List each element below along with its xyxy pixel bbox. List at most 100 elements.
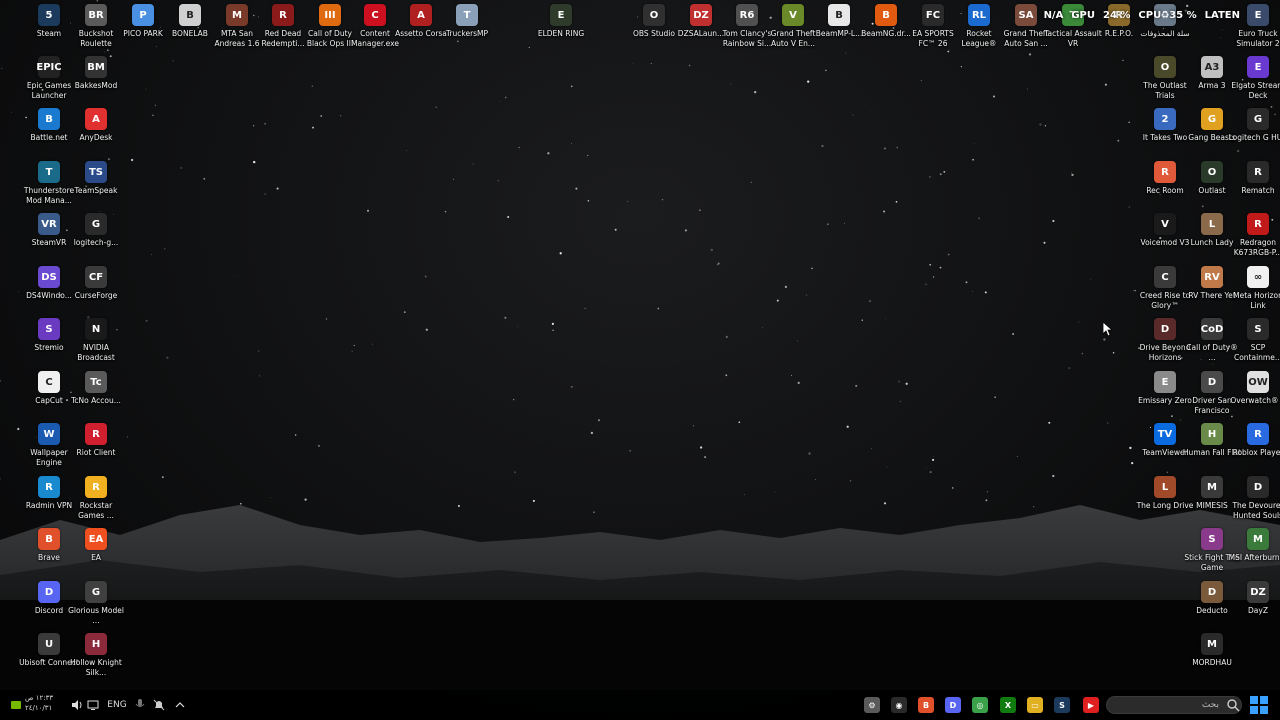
desktop-shortcut[interactable]: R Roblox Player [1233,423,1280,458]
star [151,254,152,255]
network-icon[interactable] [86,697,100,713]
discord-app-icon[interactable]: D [945,697,961,713]
bonelab-icon: B [179,4,201,26]
star [497,179,499,182]
desktop-shortcut[interactable]: DZ DayZ [1233,581,1280,616]
shortcut-label: Hollow Knight Silk... [70,658,122,677]
desktop-shortcut[interactable]: G Glorious Model ... [68,581,124,626]
volume-icon[interactable] [70,697,84,713]
desktop-shortcut[interactable]: O The Outlast Trials [1140,56,1190,101]
settings-app-icon[interactable]: ⚙ [864,697,880,713]
start-button[interactable] [1250,696,1268,714]
desktop-shortcut[interactable]: E Elgato Stream Deck [1231,56,1280,101]
desktop-shortcut[interactable]: EPIC Epic Games Launcher [24,56,74,101]
desktop-shortcut[interactable]: S Stick Fight The Game [1184,528,1240,573]
rockstar-icon: R [85,476,107,498]
star [1028,53,1032,56]
desktop-shortcut[interactable]: D The Devourer Hunted Souls [1232,476,1280,521]
desktop-shortcut[interactable]: R Redragon K673RGB-P... [1233,213,1280,258]
star [827,223,829,225]
star [1131,462,1134,465]
steam-pinned-app-icon[interactable]: S [1054,697,1070,713]
star [559,252,562,255]
star [994,396,996,398]
desktop-shortcut[interactable]: CF CurseForge [71,266,121,301]
file-explorer-app-icon[interactable]: ▭ [1027,697,1043,713]
search-box[interactable]: بحث [1106,696,1242,714]
desktop-shortcut[interactable]: T TruckersMP [442,4,492,39]
star [252,125,255,127]
star [507,215,510,219]
desktop-shortcut[interactable]: OW Overwatch® 2 [1230,371,1280,406]
desktop-shortcut[interactable]: Glogitech-g... [71,213,121,248]
desktop-shortcut[interactable]: E Euro Truck Simulator 2 [1233,4,1280,49]
desktop-shortcut[interactable]: M MORDHAU [1187,633,1237,668]
desktop-shortcut[interactable]: N NVIDIA Broadcast [71,318,121,363]
desktop-shortcut[interactable]: C Creed Rise to Glory™ [1140,266,1190,311]
desktop-shortcut[interactable]: E ELDEN RING [536,4,586,39]
brave-app-icon[interactable]: B [918,697,934,713]
desktop-shortcut[interactable]: D Driver San Francisco [1187,371,1237,416]
tcno-icon: Tc [85,371,107,393]
star [499,101,500,103]
desktop-shortcut[interactable]: H Hollow Knight Silk... [70,633,122,678]
star [180,167,182,169]
desktop-shortcut[interactable]: R Riot Client [71,423,121,458]
meta-horizon-icon: ∞ [1247,266,1269,288]
microphone-icon[interactable] [134,697,146,713]
star [932,458,935,461]
desktop-shortcut[interactable]: BR Buckshot Roulette [71,4,121,49]
wallpaper-engine-icon: W [38,423,60,445]
star [145,88,147,90]
star [972,291,974,292]
desktop-shortcut[interactable]: Tc TcNo Accou... [71,371,121,406]
star [405,150,407,152]
youtube-app-icon[interactable]: ▶ [1083,697,1099,713]
lunch-lady-icon: L [1201,213,1223,235]
desktop-shortcut[interactable]: G Logitech G HUB [1229,108,1280,143]
search-placeholder: بحث [1201,700,1219,710]
desktop-shortcut[interactable]: R Rockstar Games ... [71,476,121,521]
desktop-shortcut[interactable]: EA EA [71,528,121,563]
language-indicator[interactable]: ENG [106,697,128,713]
clock-date: ٢٤/١٠/٣١ [25,704,53,712]
xbox-app-icon[interactable]: X [1000,697,1016,713]
star [807,80,810,83]
star [504,96,507,99]
desktop-shortcut[interactable]: C Content Manager.exe [350,4,400,49]
desktop-shortcut[interactable]: ∞ Meta Horizon Link [1233,266,1280,311]
star [632,63,634,64]
windows-logo-tile [1260,696,1268,704]
star [886,466,888,468]
chrome-app-icon[interactable]: ◎ [972,697,988,713]
star [1071,172,1073,174]
desktop-shortcut[interactable]: A AnyDesk [71,108,121,143]
notification-off-icon[interactable] [152,697,166,713]
chevron-up-icon[interactable] [173,697,187,713]
steam-app-icon[interactable]: ◉ [891,697,907,713]
ea-icon: EA [85,528,107,550]
desktop-shortcut[interactable]: R Rematch [1233,161,1280,196]
ea-fc-icon: FC [922,4,944,26]
star [276,187,279,190]
star [657,307,660,310]
desktop-shortcut[interactable]: S SCP Containme... [1233,318,1280,363]
shortcut-label: ELDEN RING [537,29,585,38]
star [1052,219,1055,223]
beammp-icon: B [828,4,850,26]
desktop-shortcut[interactable]: M MSI Afterburner [1229,528,1280,563]
nvidia-tray-icon[interactable] [8,697,24,713]
star [895,200,898,203]
desktop-shortcut[interactable]: V Grand Theft Auto V En... [768,4,818,49]
msi-afterburner-icon: M [1247,528,1269,550]
desktop-shortcut[interactable]: W Wallpaper Engine [24,423,74,468]
redragon-icon: R [1247,213,1269,235]
system-clock[interactable]: ١٢:٣٣ ص ٢٤/١٠/٣١ [25,693,53,713]
desktop-shortcut[interactable]: BM BakkesMod [71,56,121,91]
desktop-shortcut[interactable]: TS TeamSpeak [71,161,121,196]
desktop-shortcut[interactable]: T Thunderstore Mod Mana... [24,161,74,206]
star [131,158,134,162]
star [472,163,474,165]
shortcut-label: Roblox Player [1232,448,1280,457]
star [154,104,157,107]
